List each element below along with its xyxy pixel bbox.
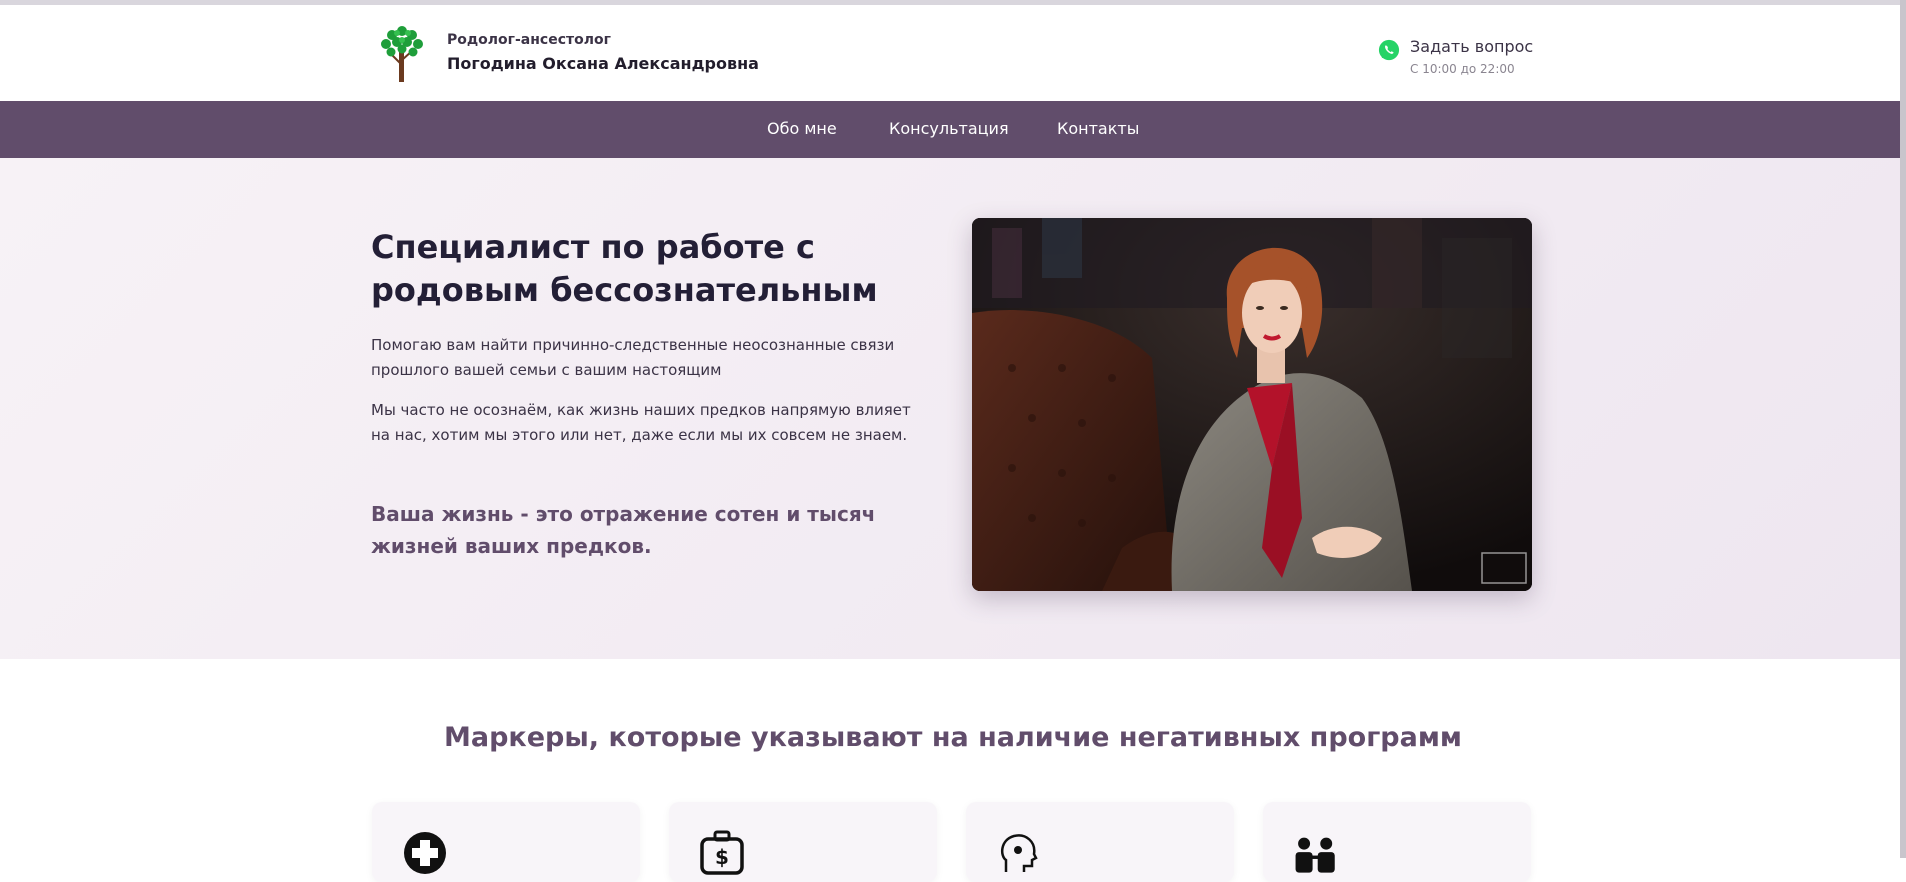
head-idea-icon: [1000, 834, 1038, 872]
hero-paragraph-2: Мы часто не осознаём, как жизнь наших пр…: [371, 401, 911, 444]
hero-paragraph-1: Помогаю вам найти причинно-следственные …: [371, 336, 895, 379]
specialist-name: Погодина Оксана Александровна: [447, 54, 759, 73]
hero-title: Специалист по работе с родовым бессознат…: [371, 228, 878, 309]
medical-cross-icon: [404, 832, 446, 874]
nav-item-about[interactable]: Обо мне: [767, 119, 837, 138]
main-nav: Обо мне Консультация Контакты: [0, 101, 1900, 158]
site-header: Родолог-ансестолог Погодина Оксана Алекс…: [0, 5, 1900, 101]
people-icon: [1295, 837, 1335, 873]
ask-question-link[interactable]: Задать вопрос С 10:00 до 22:00: [1378, 35, 1538, 81]
nav-item-contacts[interactable]: Контакты: [1057, 119, 1139, 138]
specialist-photo: [972, 218, 1532, 591]
marker-card: $: [669, 802, 937, 882]
marker-card: [966, 802, 1234, 882]
marker-card: [372, 802, 640, 882]
whatsapp-icon: [1378, 39, 1400, 61]
ask-question-label: Задать вопрос: [1410, 37, 1534, 56]
money-bag-icon: $: [700, 830, 744, 875]
nav-item-consultation[interactable]: Консультация: [889, 119, 1009, 138]
hero-section: Специалист по работе с родовым бессознат…: [0, 158, 1900, 659]
svg-text:$: $: [715, 845, 729, 869]
markers-title: Маркеры, которые указывают на наличие не…: [444, 722, 1462, 753]
hero-quote: Ваша жизнь - это отражение сотен и тысяч…: [371, 502, 876, 558]
specialist-subtitle: Родолог-ансестолог: [447, 32, 611, 48]
marker-card: [1263, 802, 1531, 882]
page-scrollbar[interactable]: [1900, 0, 1906, 858]
tree-icon[interactable]: [379, 24, 425, 82]
working-hours: С 10:00 до 22:00: [1410, 62, 1515, 76]
